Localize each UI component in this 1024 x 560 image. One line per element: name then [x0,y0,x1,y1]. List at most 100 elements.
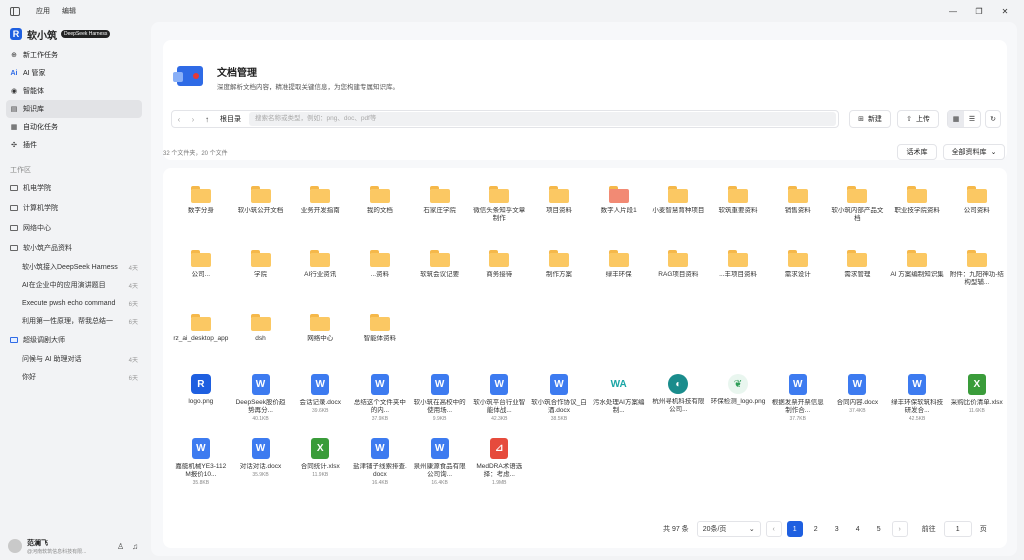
workspace-item[interactable]: 网络中心 [0,218,148,238]
file-item[interactable]: Rlogo.png [171,374,231,438]
folder-item[interactable]: 项目资料 [529,182,589,246]
minimize-icon[interactable]: — [940,7,966,16]
folder-item[interactable]: 我的文档 [350,182,410,246]
folder-item[interactable]: 公司... [171,246,231,310]
new-button[interactable]: ⊞ 新建 [849,110,891,128]
folder-item[interactable]: 职业技学院资料 [887,182,947,246]
file-item[interactable]: X 采购比价清单.xlsx 11.6KB [947,374,1007,438]
grid-view-icon[interactable]: ▦ [948,111,964,127]
folder-item[interactable]: RAG项目资料 [649,246,709,310]
folder-item[interactable]: 绿丰环保 [589,246,649,310]
task-item[interactable]: 软小筑接入DeepSeek Harness 4天 [0,258,148,276]
goto-page-input[interactable]: 1 [943,521,972,537]
folder-item[interactable]: 软小筑公开文档 [231,182,291,246]
close-icon[interactable]: ✕ [992,7,1018,16]
file-item[interactable]: W DeepSeek股价趋势再分... 40.1KB [231,374,291,438]
folder-item[interactable]: 制作方案 [529,246,589,310]
restore-icon[interactable]: ❐ [966,7,992,16]
forward-icon[interactable]: › [186,115,200,124]
menu-app[interactable]: 应用 [36,6,50,16]
file-item[interactable]: W 泉州康源食品有限公司询... 16.4KB [410,438,470,502]
prev-page-icon[interactable]: ‹ [765,521,782,537]
folder-item[interactable]: 微信头条知乎文章制作 [469,182,529,246]
document-manager-icon [173,66,203,86]
folder-item[interactable]: 软筑会议记要 [410,246,470,310]
nav-new-task[interactable]: ⊕ 新工作任务 [0,46,142,64]
file-item[interactable]: W 嘉艇机械YE3-112M报价10... 35.8KB [171,438,231,502]
folder-item[interactable]: AI行业资讯 [290,246,350,310]
folder-item[interactable]: 业务开发指南 [290,182,350,246]
file-item[interactable]: ⊿ MedDRA术语选择：考虑... 1.9MB [469,438,529,502]
file-item[interactable]: ❦ 环保检测_logo.png [708,374,768,438]
folder-item[interactable]: 附件：九阳神功-结构型辅... [947,246,1007,310]
search-input[interactable]: 搜索名称或类型，例如：png、doc、pdf等 [249,112,836,126]
folder-item[interactable]: rz_ai_desktop_app [171,310,231,374]
folder-item[interactable]: 小麦智慧育种项目 [649,182,709,246]
folder-item[interactable]: 商务接待 [469,246,529,310]
folder-item[interactable]: 网络中心 [290,310,350,374]
file-item[interactable]: X 合同统计.xlsx 11.9KB [290,438,350,502]
file-item[interactable]: W 根据发票开票信息制作合... 37.7KB [768,374,828,438]
folder-item[interactable]: dsh [231,310,291,374]
upload-button[interactable]: ⇧ 上传 [897,110,939,128]
file-item[interactable]: W 软小筑在高校中的使用场... 9.9KB [410,374,470,438]
nav-ai-butler[interactable]: Ai AI 管家 [0,64,142,82]
nav-knowledge-base[interactable]: ▤ 知识库 [6,100,142,118]
page-4[interactable]: 4 [850,521,866,537]
page-1[interactable]: 1 [786,521,803,537]
bell-icon[interactable]: ♫ [132,542,138,551]
file-item[interactable]: W 绿丰环保软筑科技研发合... 42.5KB [887,374,947,438]
folder-item[interactable]: 数字人片段1 [589,182,649,246]
folder-item[interactable]: 石家庄学院 [410,182,470,246]
file-item[interactable]: W 总结这个文件夹中的内... 37.9KB [350,374,410,438]
page-size-select[interactable]: 20条/页 ⌄ [696,521,761,537]
sidebar-toggle-icon[interactable] [10,6,20,16]
folder-item[interactable]: 数字分身 [171,182,231,246]
breadcrumb[interactable]: 根目录 [220,114,241,124]
folder-item[interactable]: 学院 [231,246,291,310]
refresh-icon[interactable]: ↻ [985,110,1001,128]
workspace-item[interactable]: 机电学院 [0,178,148,198]
folder-item[interactable]: 需求设计 [768,246,828,310]
file-item[interactable]: W 会话记录.docx 39.6KB [290,374,350,438]
page-3[interactable]: 3 [829,521,845,537]
folder-item[interactable]: 公司资料 [947,182,1007,246]
menu-edit[interactable]: 编辑 [62,6,76,16]
file-item[interactable]: ◐ 杭州寻机科技有限公司... [649,374,709,438]
folder-item[interactable]: ...资料 [350,246,410,310]
workspace-item[interactable]: 超级调剧大师 [0,330,148,350]
folder-item[interactable]: ...丰项目资料 [708,246,768,310]
up-icon[interactable]: ↑ [200,115,214,124]
folder-item[interactable]: AI 方案编制知识集 [887,246,947,310]
file-item[interactable]: W 软小筑平台行业智能体战... 42.3KB [469,374,529,438]
file-item[interactable]: W 盐津铺子线索排查.docx 16.4KB [350,438,410,502]
workspace-item[interactable]: 软小筑产品资料 [0,238,148,258]
file-item[interactable]: W 软小筑合作协议_白酒.docx 38.5KB [529,374,589,438]
nav-plugins[interactable]: ✣ 插件 [0,136,142,154]
next-page-icon[interactable]: › [891,521,908,537]
nav-agent[interactable]: ◉ 智能体 [0,82,142,100]
page-5[interactable]: 5 [871,521,887,537]
task-item[interactable]: 你好 6天 [0,368,148,386]
avatar[interactable] [8,539,22,553]
nav-automation[interactable]: ▦ 自动化任务 [0,118,142,136]
task-item[interactable]: Execute pwsh echo command 6天 [0,294,148,312]
folder-item[interactable]: 软筑重要资料 [708,182,768,246]
list-view-icon[interactable]: ☰ [964,111,980,127]
file-item[interactable]: W 对话对话.docx 35.9KB [231,438,291,502]
page-2[interactable]: 2 [808,521,824,537]
folder-item[interactable]: 软小筑内部产品文档 [828,182,888,246]
script-library-button[interactable]: 话术库 [897,144,937,160]
all-libraries-dropdown[interactable]: 全部资料库 ⌄ [943,144,1005,160]
file-item[interactable]: WA 污水处理AI方案编制... [589,374,649,438]
file-item[interactable]: W 合同内容.docx 37.4KB [828,374,888,438]
workspace-item[interactable]: 计算机学院 [0,198,148,218]
task-item[interactable]: 问候与 AI 助理对话 4天 [0,350,148,368]
task-item[interactable]: AI在企业中的应用演讲题目 4天 [0,276,148,294]
task-item[interactable]: 利用第一性原理，帮我总结一 6天 [0,312,148,330]
back-icon[interactable]: ‹ [172,115,186,124]
folder-item[interactable]: 智能体资料 [350,310,410,374]
folder-item[interactable]: 需求管理 [828,246,888,310]
folder-item[interactable]: 销售资料 [768,182,828,246]
user-settings-icon[interactable]: ♙ [117,542,124,551]
